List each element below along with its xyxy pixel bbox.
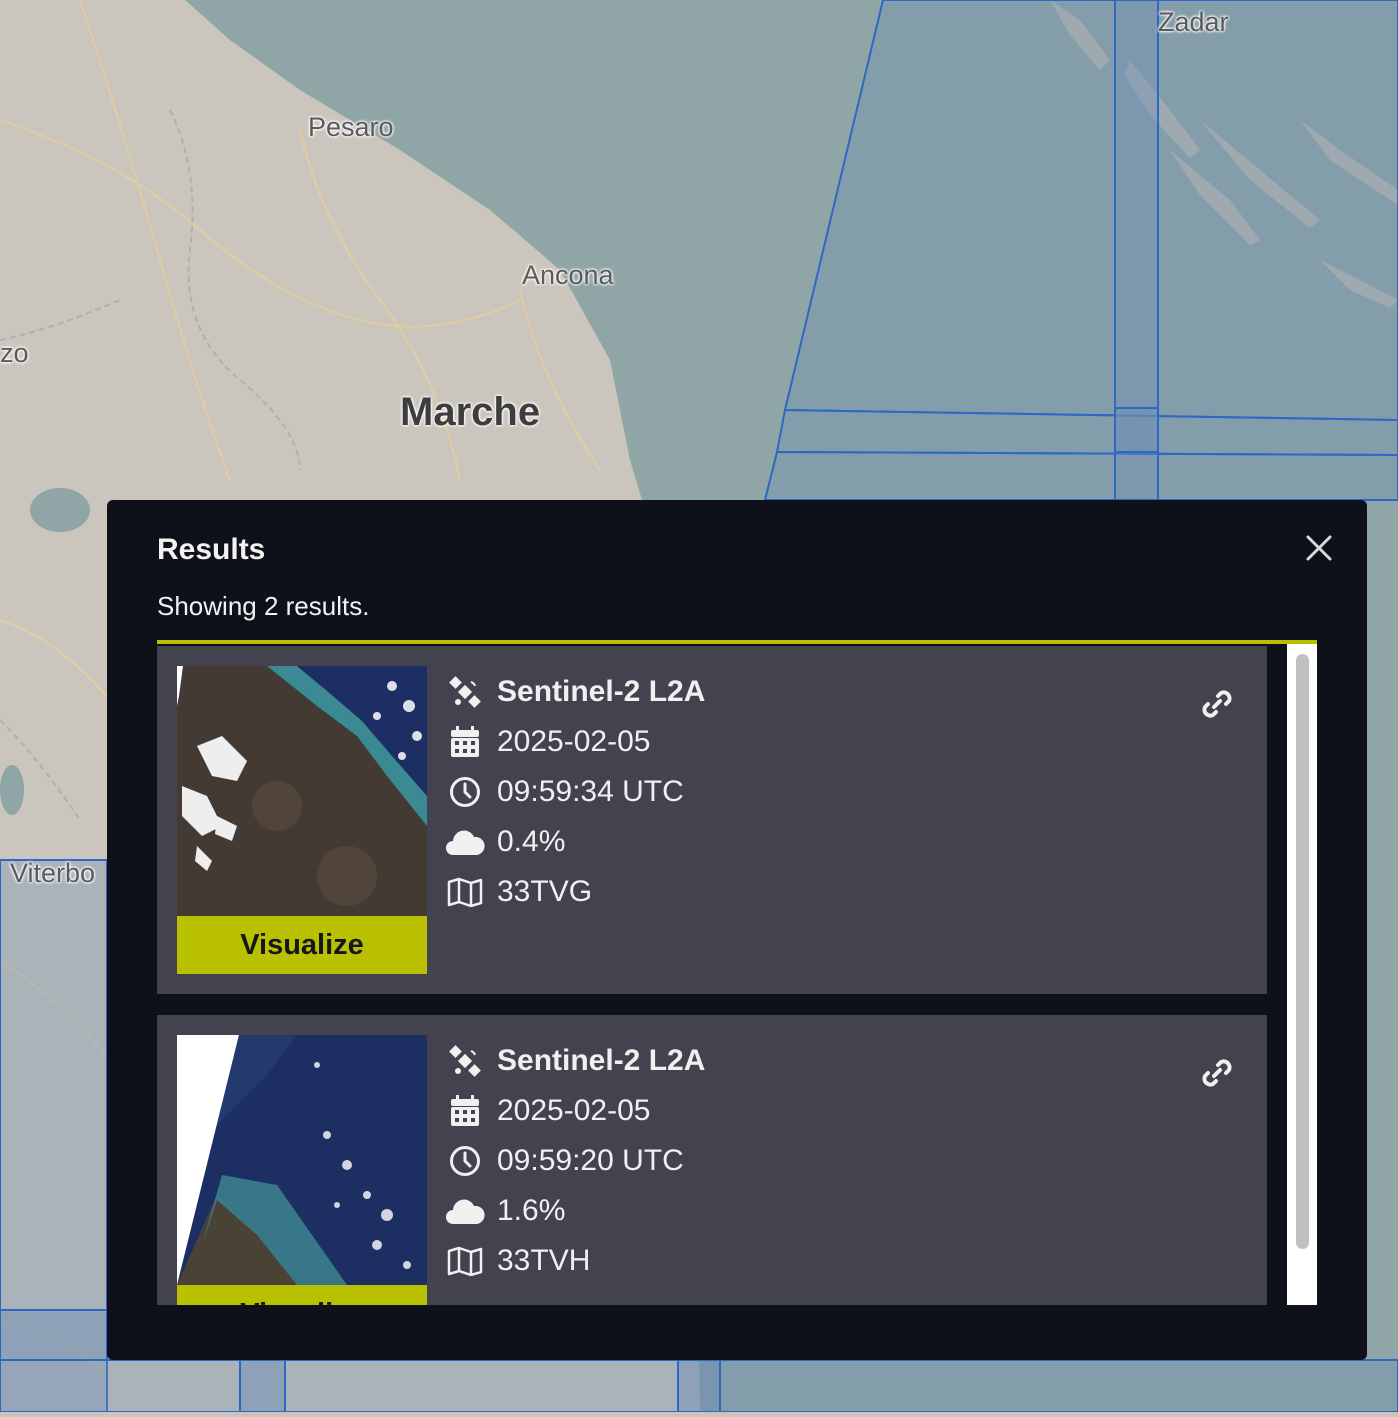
- cloud-icon: [445, 822, 485, 862]
- result-cloud-cover: 1.6%: [497, 1194, 566, 1227]
- satellite-icon: [445, 1041, 485, 1081]
- results-list[interactable]: Visualize Sentinel-2 L2A 2025-02-05 09:5…: [157, 640, 1317, 1305]
- results-scrollbar[interactable]: [1287, 644, 1317, 1305]
- result-date-row: 2025-02-05: [445, 1091, 650, 1131]
- visualize-button[interactable]: Visualize: [177, 916, 427, 974]
- result-time-row: 09:59:20 UTC: [445, 1141, 684, 1181]
- close-icon: [1306, 535, 1332, 561]
- result-tile: 33TVH: [497, 1244, 591, 1277]
- map-icon: [445, 872, 485, 912]
- map-icon: [445, 1241, 485, 1281]
- result-date: 2025-02-05: [497, 1094, 651, 1127]
- lake: [30, 488, 90, 532]
- scrollbar-thumb[interactable]: [1296, 654, 1309, 1249]
- map-label-pesaro: Pesaro: [308, 112, 394, 142]
- result-cloud-row: 1.6%: [445, 1191, 565, 1231]
- calendar-icon: [445, 722, 485, 762]
- cloud-icon: [445, 1191, 485, 1231]
- link-button[interactable]: [1195, 682, 1239, 726]
- result-collection-row: Sentinel-2 L2A: [445, 672, 705, 712]
- map-label-marche: Marche: [400, 390, 541, 434]
- result-collection-row: Sentinel-2 L2A: [445, 1041, 705, 1081]
- close-button[interactable]: [1299, 528, 1339, 568]
- result-date: 2025-02-05: [497, 725, 651, 758]
- lake: [0, 765, 24, 815]
- result-date-row: 2025-02-05: [445, 722, 650, 762]
- map-label-viterbo: Viterbo: [10, 858, 96, 888]
- result-cloud-cover: 0.4%: [497, 825, 566, 858]
- result-tile-row: 33TVH: [445, 1241, 590, 1281]
- result-collection: Sentinel-2 L2A: [497, 1044, 706, 1077]
- result-tile: 33TVG: [497, 875, 593, 908]
- satellite-icon: [445, 672, 485, 712]
- map-label-zadar: Zadar: [1158, 7, 1229, 37]
- results-panel: Results Showing 2 results. Visualize Sen…: [107, 500, 1367, 1360]
- results-count: Showing 2 results.: [157, 591, 370, 621]
- result-thumbnail[interactable]: [177, 1035, 427, 1285]
- result-cloud-row: 0.4%: [445, 822, 565, 862]
- result-collection: Sentinel-2 L2A: [497, 675, 706, 708]
- result-time: 09:59:20 UTC: [497, 1144, 684, 1177]
- clock-icon: [445, 1141, 485, 1181]
- clock-icon: [445, 772, 485, 812]
- link-icon: [1202, 1059, 1232, 1087]
- link-icon: [1202, 690, 1232, 718]
- map-label-ancona: Ancona: [522, 260, 614, 290]
- map-label-edge: zo: [0, 338, 29, 368]
- result-time: 09:59:34 UTC: [497, 775, 684, 808]
- result-card: Visualize Sentinel-2 L2A 2025-02-05 09:5…: [157, 1015, 1267, 1305]
- panel-title: Results: [157, 533, 266, 566]
- result-thumbnail[interactable]: [177, 666, 427, 916]
- result-card: Visualize Sentinel-2 L2A 2025-02-05 09:5…: [157, 646, 1267, 994]
- visualize-button[interactable]: Visualize: [177, 1285, 427, 1305]
- result-tile-row: 33TVG: [445, 872, 592, 912]
- result-time-row: 09:59:34 UTC: [445, 772, 684, 812]
- calendar-icon: [445, 1091, 485, 1131]
- link-button[interactable]: [1195, 1051, 1239, 1095]
